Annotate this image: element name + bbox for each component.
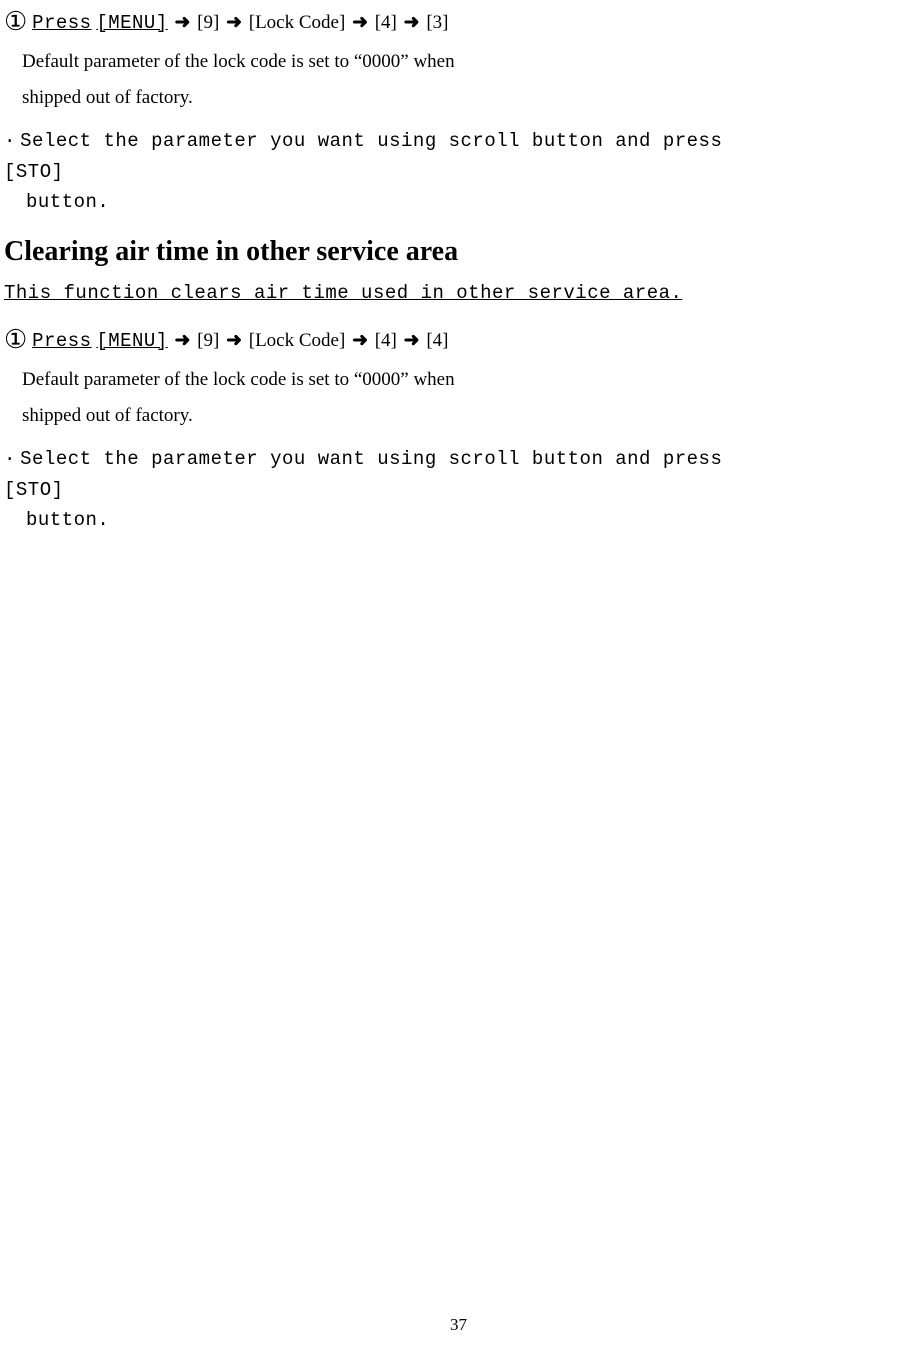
arrow-right-icon: ➜ bbox=[224, 330, 244, 351]
arrow-right-icon: ➜ bbox=[173, 12, 193, 33]
select-text: Select the parameter you want using scro… bbox=[20, 448, 722, 470]
arrow-right-icon: ➜ bbox=[402, 330, 422, 351]
arrow-right-icon: ➜ bbox=[173, 330, 193, 351]
arrow-right-icon: ➜ bbox=[350, 12, 370, 33]
select-instruction-1: · Select the parameter you want using sc… bbox=[4, 126, 917, 156]
section-heading: Clearing air time in other service area bbox=[4, 236, 917, 268]
select-instruction-2: · Select the parameter you want using sc… bbox=[4, 444, 917, 474]
key-lock-code: [Lock Code] bbox=[249, 12, 346, 33]
press-text: Press bbox=[32, 330, 92, 352]
circled-one-icon: ① bbox=[4, 318, 27, 362]
button-word: button. bbox=[26, 191, 109, 213]
page-number: 37 bbox=[0, 1315, 917, 1335]
default-note-line1: Default parameter of the lock code is se… bbox=[22, 44, 917, 80]
press-text: Press bbox=[32, 12, 92, 34]
arrow-right-icon: ➜ bbox=[350, 330, 370, 351]
menu-key: [MENU] bbox=[96, 330, 167, 352]
key-4b: [4] bbox=[426, 330, 448, 351]
menu-key: [MENU] bbox=[96, 12, 167, 34]
key-lock-code: [Lock Code] bbox=[249, 330, 346, 351]
sto-key: [STO] bbox=[4, 479, 64, 501]
bullet-icon: · bbox=[4, 448, 15, 470]
step-2: ① Press [MENU] ➜ [9] ➜ [Lock Code] ➜ [4]… bbox=[4, 318, 917, 362]
step-1: ① Press [MENU] ➜ [9] ➜ [Lock Code] ➜ [4]… bbox=[4, 0, 917, 44]
sto-key: [STO] bbox=[4, 161, 64, 183]
key-9: [9] bbox=[197, 330, 219, 351]
default-note-line2: shipped out of factory. bbox=[22, 398, 917, 434]
circled-one-icon: ① bbox=[4, 0, 27, 44]
arrow-right-icon: ➜ bbox=[224, 12, 244, 33]
key-4: [4] bbox=[375, 12, 397, 33]
select-text: Select the parameter you want using scro… bbox=[20, 130, 722, 152]
key-4a: [4] bbox=[375, 330, 397, 351]
default-note-line1: Default parameter of the lock code is se… bbox=[22, 362, 917, 398]
key-3: [3] bbox=[426, 12, 448, 33]
bullet-icon: · bbox=[4, 130, 15, 152]
key-9: [9] bbox=[197, 12, 219, 33]
section-intro: This function clears air time used in ot… bbox=[4, 282, 682, 304]
button-word: button. bbox=[26, 509, 109, 531]
default-note-line2: shipped out of factory. bbox=[22, 80, 917, 116]
arrow-right-icon: ➜ bbox=[402, 12, 422, 33]
